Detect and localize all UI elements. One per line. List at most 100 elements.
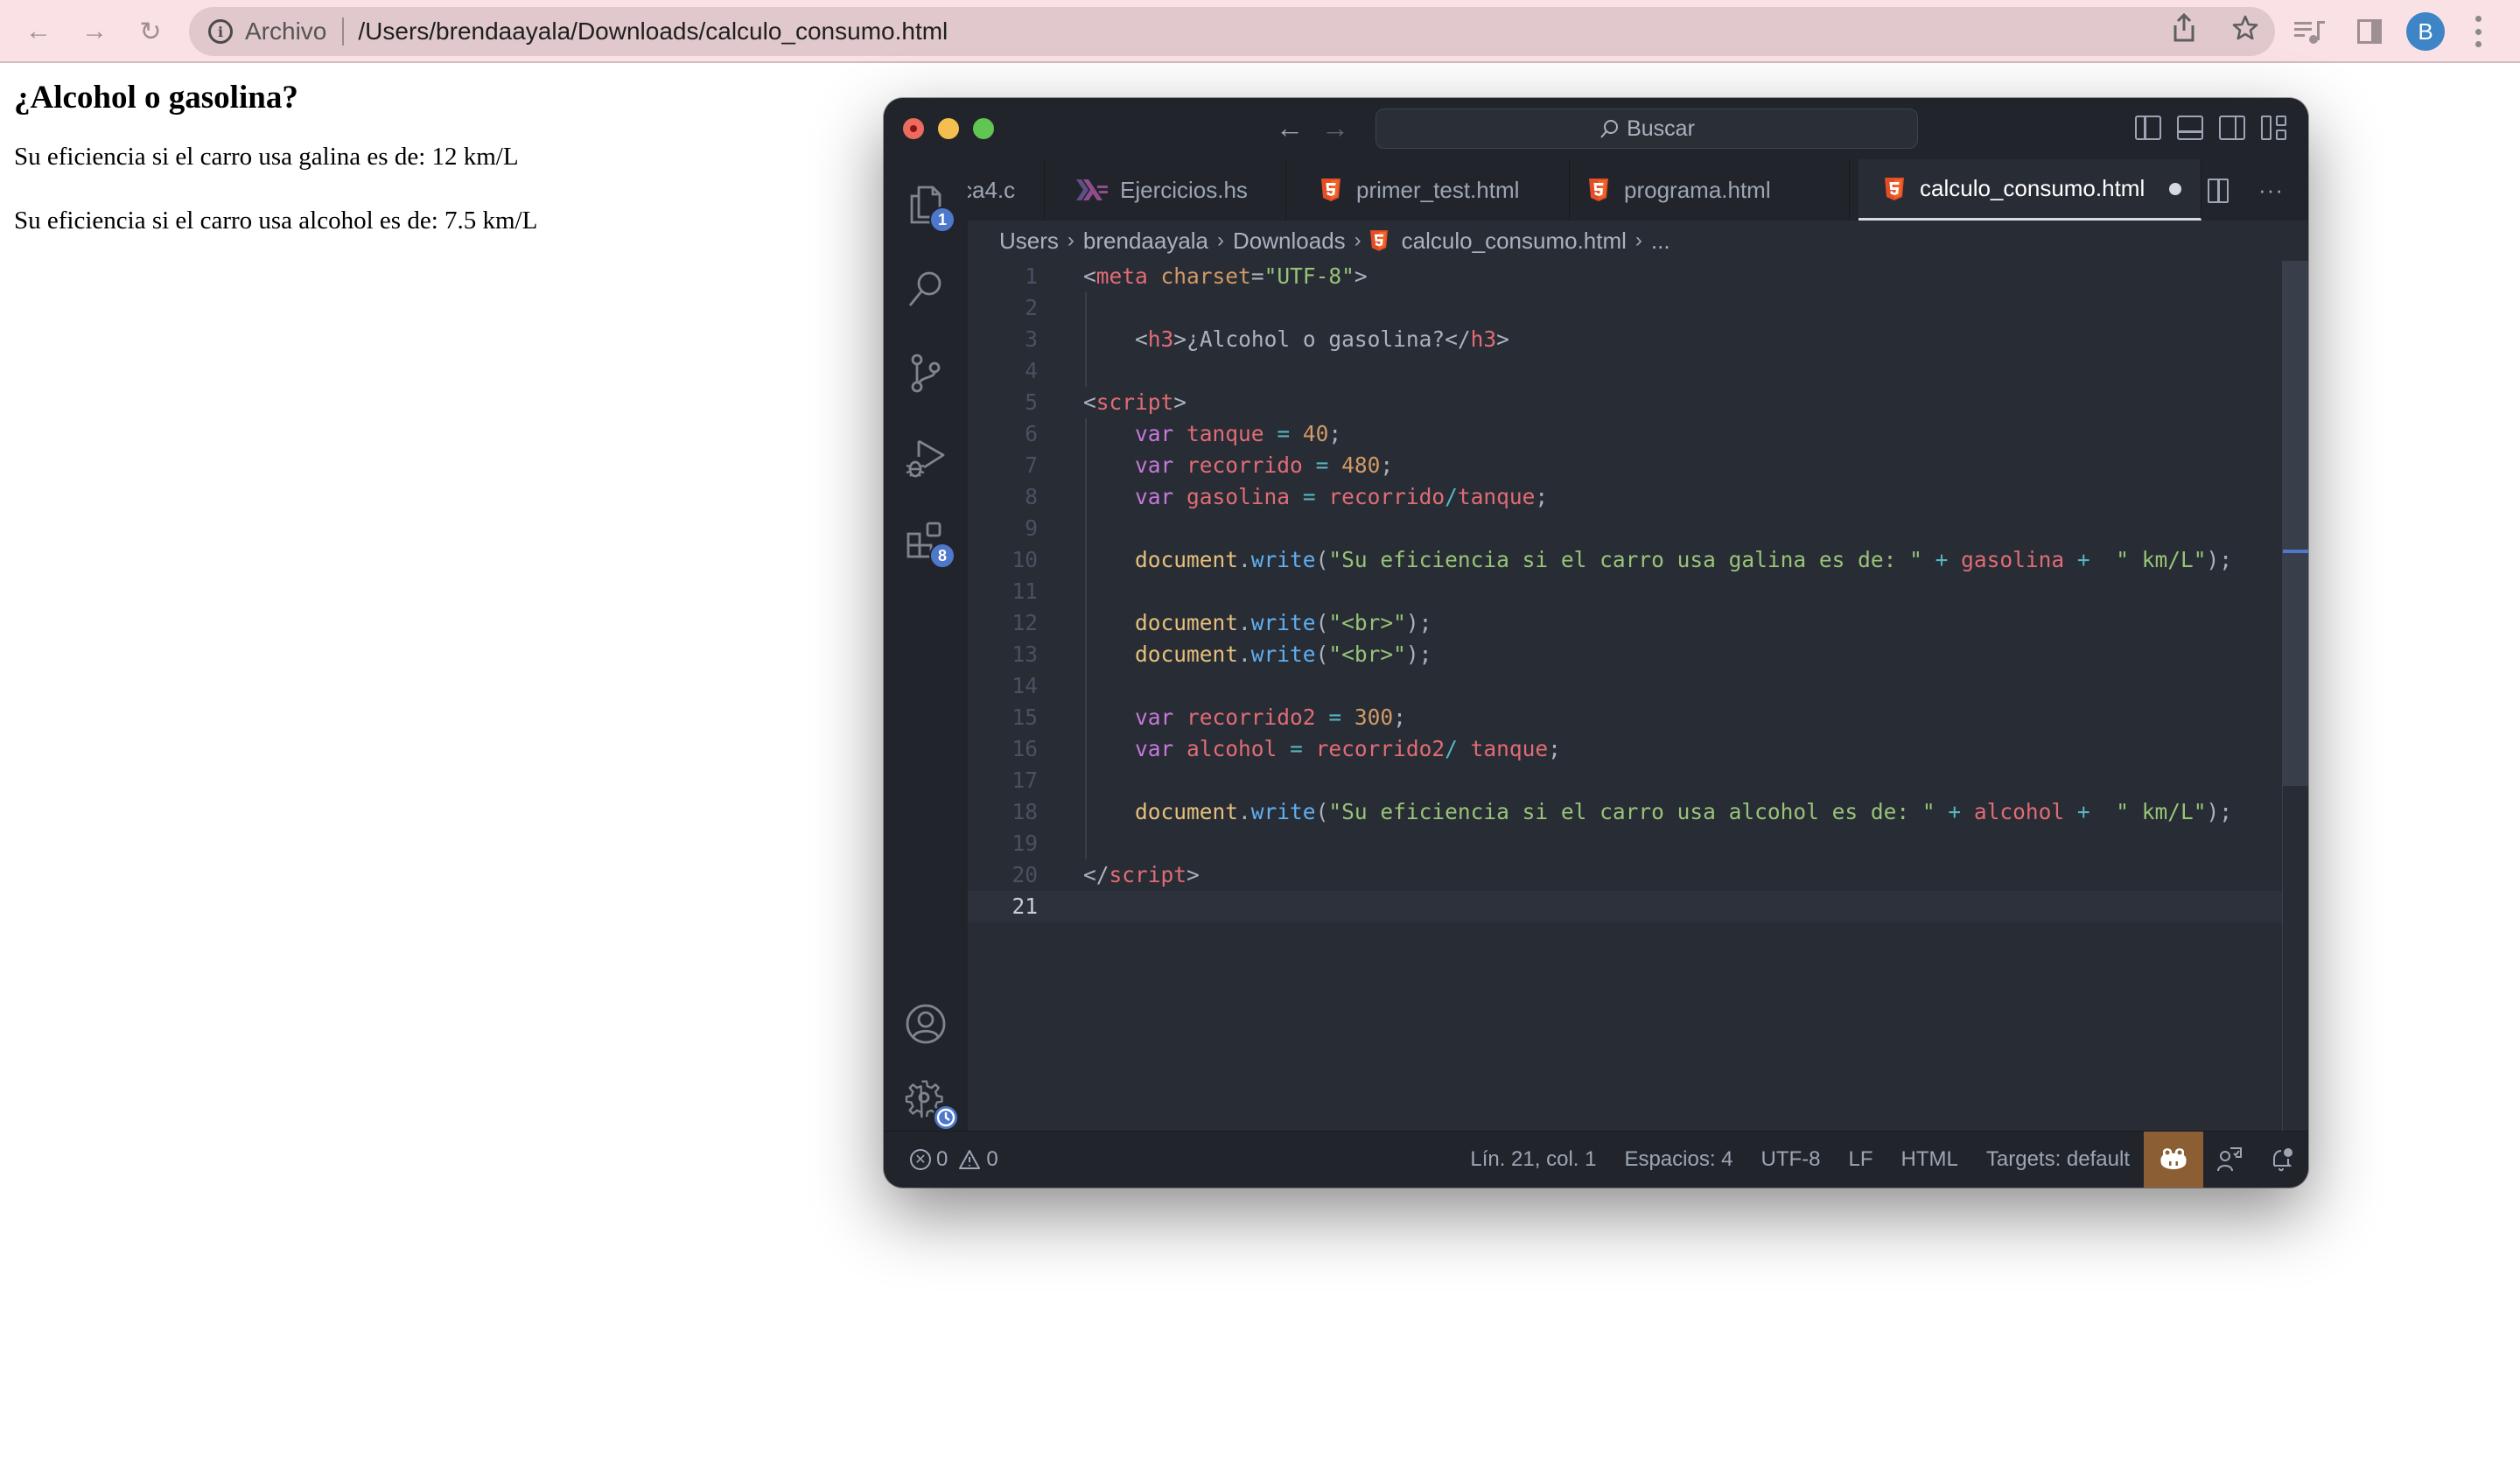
code-line[interactable]: 20 </script> (968, 859, 2282, 891)
split-editor-icon[interactable] (2208, 178, 2230, 203)
source-control-button[interactable] (905, 352, 947, 394)
code-line[interactable]: 12 document.write("<br>"); (968, 607, 2282, 639)
code-token-tag: meta (1096, 263, 1148, 289)
line-source: document.write("Su eficiencia si el carr… (1083, 796, 2232, 828)
extensions-button[interactable]: 8 (905, 520, 956, 569)
manage-settings-button[interactable] (905, 1078, 959, 1131)
url-text[interactable]: /Users/brendaayala/Downloads/calculo_con… (358, 18, 948, 46)
tab-ca4-c[interactable]: ca4.c (968, 159, 1045, 221)
go-forward-button[interactable]: → (1321, 112, 1349, 144)
problems-status[interactable]: ✕ 0 0 (910, 1132, 998, 1188)
code-line[interactable]: 5 <script> (968, 387, 2282, 418)
code-line[interactable]: 7 var recorrido = 480; (968, 450, 2282, 481)
code-line[interactable]: 6 var tanque = 40; (968, 418, 2282, 450)
toggle-primary-sidebar-icon[interactable] (2135, 116, 2161, 140)
breadcrumb-item[interactable]: brendaayala (1083, 228, 1208, 255)
code-token-str: "<br>" (1328, 610, 1406, 635)
code-line[interactable]: 19 (968, 828, 2282, 859)
window-maximize-button[interactable] (973, 118, 994, 139)
language-mode[interactable]: HTML (1887, 1147, 1972, 1172)
line-source: document.write("<br>"); (1083, 639, 1432, 670)
side-panel-icon[interactable] (2357, 19, 2382, 44)
command-center-label: Buscar (1627, 116, 1695, 141)
code-token-punc: . (1238, 547, 1251, 572)
code-line[interactable]: 16 var alcohol = recorrido2/ tanque; (968, 733, 2282, 765)
code-line[interactable]: 14 (968, 670, 2282, 702)
alcohol-efficiency-text: Su eficiencia si el carro usa alcohol es… (14, 207, 538, 235)
breadcrumb-item[interactable]: ... (1651, 228, 1670, 255)
forward-button[interactable]: → (77, 14, 112, 49)
unsaved-changes-dot[interactable] (2169, 182, 2182, 195)
title-bar: ← → Buscar (884, 98, 2308, 159)
code-token-punc: > (1173, 326, 1187, 352)
code-token-punc: = (1250, 263, 1264, 289)
code-line[interactable]: 9 (968, 513, 2282, 544)
breadcrumb-item[interactable]: Downloads (1233, 228, 1346, 255)
code-line[interactable]: 21 (968, 891, 2282, 922)
live-share-button[interactable] (2203, 1146, 2256, 1173)
eol-status[interactable]: LF (1835, 1147, 1887, 1172)
reload-button[interactable]: ↻ (133, 14, 168, 49)
code-editor[interactable]: 1 <meta charset="UTF-8"> 2 3 <h3>¿Alcohol o… (968, 261, 2282, 1131)
more-actions-icon[interactable]: ··· (2258, 177, 2284, 204)
code-token-punc: < (1135, 326, 1148, 352)
code-token-kw: var (1135, 421, 1174, 446)
profile-avatar[interactable]: B (2406, 12, 2445, 51)
customize-layout-icon[interactable] (2261, 116, 2287, 140)
html5-icon (1589, 179, 1608, 201)
indentation-status[interactable]: Espacios: 4 (1610, 1147, 1746, 1172)
search-view-button[interactable] (905, 268, 947, 310)
code-line[interactable]: 2 (968, 292, 2282, 324)
accounts-button[interactable] (905, 1003, 947, 1045)
tab-programa-html[interactable]: programa.html (1570, 159, 1850, 221)
back-button[interactable]: ← (21, 14, 56, 49)
notifications-button[interactable] (2256, 1146, 2308, 1173)
command-center-search[interactable]: Buscar (1376, 109, 1918, 149)
bookmark-star-icon[interactable] (2230, 14, 2261, 49)
source-control-icon (911, 354, 941, 393)
media-controls-icon[interactable] (2294, 18, 2326, 46)
code-line[interactable]: 11 (968, 576, 2282, 607)
code-line[interactable]: 3 <h3>¿Alcohol o gasolina?</h3> (968, 324, 2282, 355)
code-token-punc: > (1496, 326, 1509, 352)
scrollbar-thumb[interactable] (2283, 261, 2308, 786)
code-line[interactable]: 8 var gasolina = recorrido/tanque; (968, 481, 2282, 513)
editor-scrollbar[interactable] (2282, 261, 2308, 1131)
code-line[interactable]: 4 (968, 355, 2282, 387)
copilot-button[interactable] (2144, 1132, 2203, 1188)
address-bar[interactable]: i Archivo /Users/brendaayala/Downloads/c… (189, 7, 2275, 56)
explorer-badge: 1 (929, 207, 956, 233)
cursor-position[interactable]: Lín. 21, col. 1 (1456, 1147, 1610, 1172)
browser-menu-icon[interactable] (2473, 16, 2483, 47)
toggle-panel-icon[interactable] (2177, 116, 2203, 140)
code-line[interactable]: 13 document.write("<br>"); (968, 639, 2282, 670)
breadcrumb-item[interactable]: calculo_consumo.html (1402, 228, 1627, 255)
share-icon[interactable] (2168, 12, 2200, 50)
code-line[interactable]: 1 <meta charset="UTF-8"> (968, 261, 2282, 292)
toggle-secondary-sidebar-icon[interactable] (2219, 116, 2245, 140)
code-line[interactable]: 10 document.write("Su eficiencia si el c… (968, 544, 2282, 576)
explorer-button[interactable]: 1 (905, 184, 956, 233)
tab-calculo-consumo-html[interactable]: calculo_consumo.html (1858, 159, 2202, 221)
code-line[interactable]: 17 (968, 765, 2282, 796)
breadcrumb-item[interactable]: Users (999, 228, 1059, 255)
code-token-punc: ( (1315, 799, 1329, 824)
code-token-obj: document (1135, 547, 1239, 572)
site-info-icon[interactable]: i (208, 19, 233, 44)
encoding-status[interactable]: UTF-8 (1747, 1147, 1835, 1172)
targets-status[interactable]: Targets: default (1972, 1147, 2144, 1172)
tab-primer-test-html[interactable]: primer_test.html (1286, 159, 1570, 221)
code-line[interactable]: 15 var recorrido2 = 300; (968, 702, 2282, 733)
window-minimize-button[interactable] (938, 118, 959, 139)
tab-ejercicios-hs[interactable]: Ejercicios.hs (1045, 159, 1286, 221)
go-back-button[interactable]: ← (1276, 112, 1304, 144)
run-debug-button[interactable] (905, 438, 947, 480)
window-close-button[interactable] (903, 118, 924, 139)
code-line[interactable]: 18 document.write("Su eficiencia si el c… (968, 796, 2282, 828)
code-token-punc: ; (1535, 484, 1549, 509)
